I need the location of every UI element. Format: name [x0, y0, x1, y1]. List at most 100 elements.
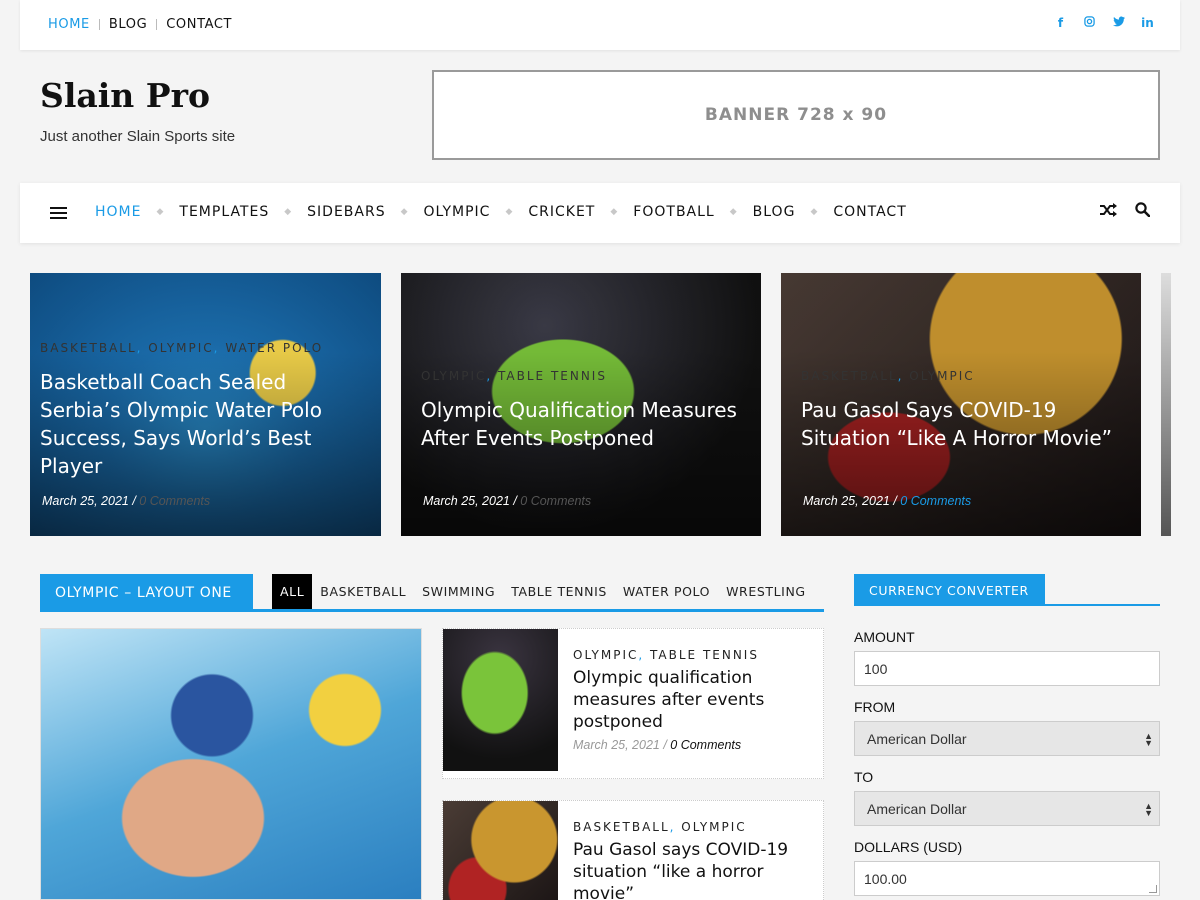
category-link[interactable]: OLYMPIC — [681, 820, 746, 834]
instagram-icon[interactable] — [1075, 16, 1104, 30]
tab-table-tennis[interactable]: TABLE TENNIS — [503, 574, 615, 609]
to-currency-value: American Dollar — [867, 800, 967, 817]
linkedin-icon[interactable]: in — [1133, 16, 1162, 30]
category-link[interactable]: WATER POLO — [225, 341, 323, 355]
post-categories: BASKETBALL, OLYMPIC — [573, 820, 747, 834]
tab-swimming[interactable]: SWIMMING — [414, 574, 503, 609]
category-link[interactable]: BASKETBALL — [801, 369, 898, 383]
section-header: OLYMPIC – LAYOUT ONE ALL BASKETBALL SWIM… — [40, 574, 824, 612]
category-link[interactable]: OLYMPIC — [573, 648, 638, 662]
result-label: DOLLARS (USD) — [854, 839, 963, 855]
tab-basketball[interactable]: BASKETBALL — [312, 574, 414, 609]
post-date: March 25, 2021 — [423, 494, 510, 508]
facebook-icon[interactable]: f — [1046, 16, 1075, 30]
slider-item[interactable]: OLYMPIC, TABLE TENNIS Olympic Qualificat… — [401, 273, 761, 536]
category-link[interactable]: OLYMPIC — [148, 341, 213, 355]
nav-item-sidebars[interactable]: SIDEBARS — [307, 204, 385, 220]
post-title[interactable]: Pau Gasol says COVID-19 situation “like … — [573, 839, 813, 900]
category-link[interactable]: OLYMPIC — [421, 369, 486, 383]
separator-icon: ◆ — [729, 207, 738, 217]
top-nav-contact[interactable]: CONTACT — [166, 17, 232, 32]
top-nav-blog[interactable]: BLOG — [109, 17, 147, 32]
tab-all[interactable]: ALL — [272, 574, 313, 609]
from-label: FROM — [854, 699, 896, 715]
slider-item-partial[interactable] — [1161, 273, 1171, 536]
category-link[interactable]: BASKETBALL — [40, 341, 137, 355]
site-tagline: Just another Slain Sports site — [40, 128, 236, 145]
separator-icon: ◆ — [610, 207, 619, 217]
nav-item-football[interactable]: FOOTBALL — [633, 204, 714, 220]
amount-input[interactable]: 100 — [854, 651, 1160, 686]
to-currency-select[interactable]: American Dollar ▲ ▼ — [854, 791, 1160, 826]
slide-categories: BASKETBALL, OLYMPIC — [801, 369, 975, 383]
from-currency-value: American Dollar — [867, 730, 967, 747]
search-icon[interactable] — [1135, 202, 1151, 222]
category-link[interactable]: TABLE TENNIS — [498, 369, 607, 383]
site-title[interactable]: Slain Pro — [40, 76, 210, 115]
shuffle-icon[interactable] — [1100, 202, 1117, 222]
nav-item-blog[interactable]: BLOG — [753, 204, 796, 220]
separator-icon: ◆ — [400, 207, 409, 217]
post-thumbnail[interactable] — [443, 801, 558, 900]
slide-categories: BASKETBALL, OLYMPIC, WATER POLO — [40, 341, 324, 355]
ad-banner[interactable]: BANNER 728 x 90 — [432, 70, 1160, 160]
comments-link[interactable]: 0 Comments — [900, 494, 971, 508]
nav-item-cricket[interactable]: CRICKET — [528, 204, 595, 220]
post-date: March 25, 2021 — [573, 738, 660, 752]
widget-header: CURRENCY CONVERTER — [854, 574, 1160, 606]
top-nav-home[interactable]: HOME — [48, 17, 90, 32]
post-title[interactable]: Olympic qualification measures after eve… — [573, 667, 813, 733]
chevron-down-icon: ▲ ▼ — [1144, 801, 1153, 818]
nav-item-contact[interactable]: CONTACT — [833, 204, 906, 220]
slide-title[interactable]: Olympic Qualification Measures After Eve… — [421, 396, 741, 452]
post-list-item: BASKETBALL, OLYMPIC Pau Gasol says COVID… — [442, 800, 824, 900]
post-date: March 25, 2021 — [803, 494, 890, 508]
slide-meta: March 25, 2021 / 0 Comments — [803, 494, 972, 508]
chevron-down-icon: ▲ ▼ — [1144, 731, 1153, 748]
main-menu: HOME ◆ TEMPLATES ◆ SIDEBARS ◆ OLYMPIC ◆ … — [95, 204, 907, 220]
social-links: f in — [1046, 16, 1162, 30]
category-link[interactable]: BASKETBALL — [573, 820, 670, 834]
divider — [156, 19, 158, 30]
nav-actions — [1100, 202, 1151, 222]
slide-meta: March 25, 2021 / 0 Comments — [42, 494, 211, 508]
category-tabs: ALL BASKETBALL SWIMMING TABLE TENNIS WAT… — [272, 574, 814, 609]
tab-water-polo[interactable]: WATER POLO — [615, 574, 718, 609]
post-thumbnail[interactable] — [443, 629, 558, 771]
amount-label: AMOUNT — [854, 629, 915, 645]
nav-item-home[interactable]: HOME — [95, 204, 141, 220]
slide-title[interactable]: Pau Gasol Says COVID-19 Situation “Like … — [801, 396, 1121, 452]
hamburger-menu-icon[interactable] — [50, 207, 67, 222]
comments-link[interactable]: 0 Comments — [670, 738, 741, 752]
slide-image — [1161, 273, 1171, 536]
tab-wrestling[interactable]: WRESTLING — [718, 574, 814, 609]
slide-meta: March 25, 2021 / 0 Comments — [423, 494, 592, 508]
result-field[interactable]: 100.00 — [854, 861, 1160, 896]
result-value: 100.00 — [864, 870, 907, 887]
comments-link[interactable]: 0 Comments — [139, 494, 210, 508]
featured-post-image[interactable] — [40, 628, 422, 900]
to-label: TO — [854, 769, 874, 785]
resize-handle-icon[interactable] — [1149, 885, 1157, 893]
post-meta: March 25, 2021 / 0 Comments — [573, 738, 742, 752]
slide-title[interactable]: Basketball Coach Sealed Serbia’s Olympic… — [40, 368, 361, 480]
slider-item[interactable]: BASKETBALL, OLYMPIC, WATER POLO Basketba… — [30, 273, 381, 536]
banner-text: BANNER 728 x 90 — [704, 105, 888, 125]
category-link[interactable]: OLYMPIC — [909, 369, 974, 383]
nav-item-olympic[interactable]: OLYMPIC — [424, 204, 491, 220]
top-nav: HOME BLOG CONTACT — [48, 17, 232, 32]
separator-icon: ◆ — [810, 207, 819, 217]
post-categories: OLYMPIC, TABLE TENNIS — [573, 648, 759, 662]
nav-item-templates[interactable]: TEMPLATES — [179, 204, 269, 220]
top-bar: HOME BLOG CONTACT f in — [20, 0, 1180, 50]
comments-link[interactable]: 0 Comments — [520, 494, 591, 508]
main-nav: HOME ◆ TEMPLATES ◆ SIDEBARS ◆ OLYMPIC ◆ … — [20, 183, 1180, 243]
separator-icon: ◆ — [505, 207, 514, 217]
twitter-icon[interactable] — [1104, 16, 1133, 30]
category-link[interactable]: TABLE TENNIS — [650, 648, 759, 662]
from-currency-select[interactable]: American Dollar ▲ ▼ — [854, 721, 1160, 756]
divider — [98, 19, 100, 30]
separator-icon: ◆ — [156, 207, 165, 217]
slider-item[interactable]: BASKETBALL, OLYMPIC Pau Gasol Says COVID… — [781, 273, 1141, 536]
post-date: March 25, 2021 — [42, 494, 129, 508]
